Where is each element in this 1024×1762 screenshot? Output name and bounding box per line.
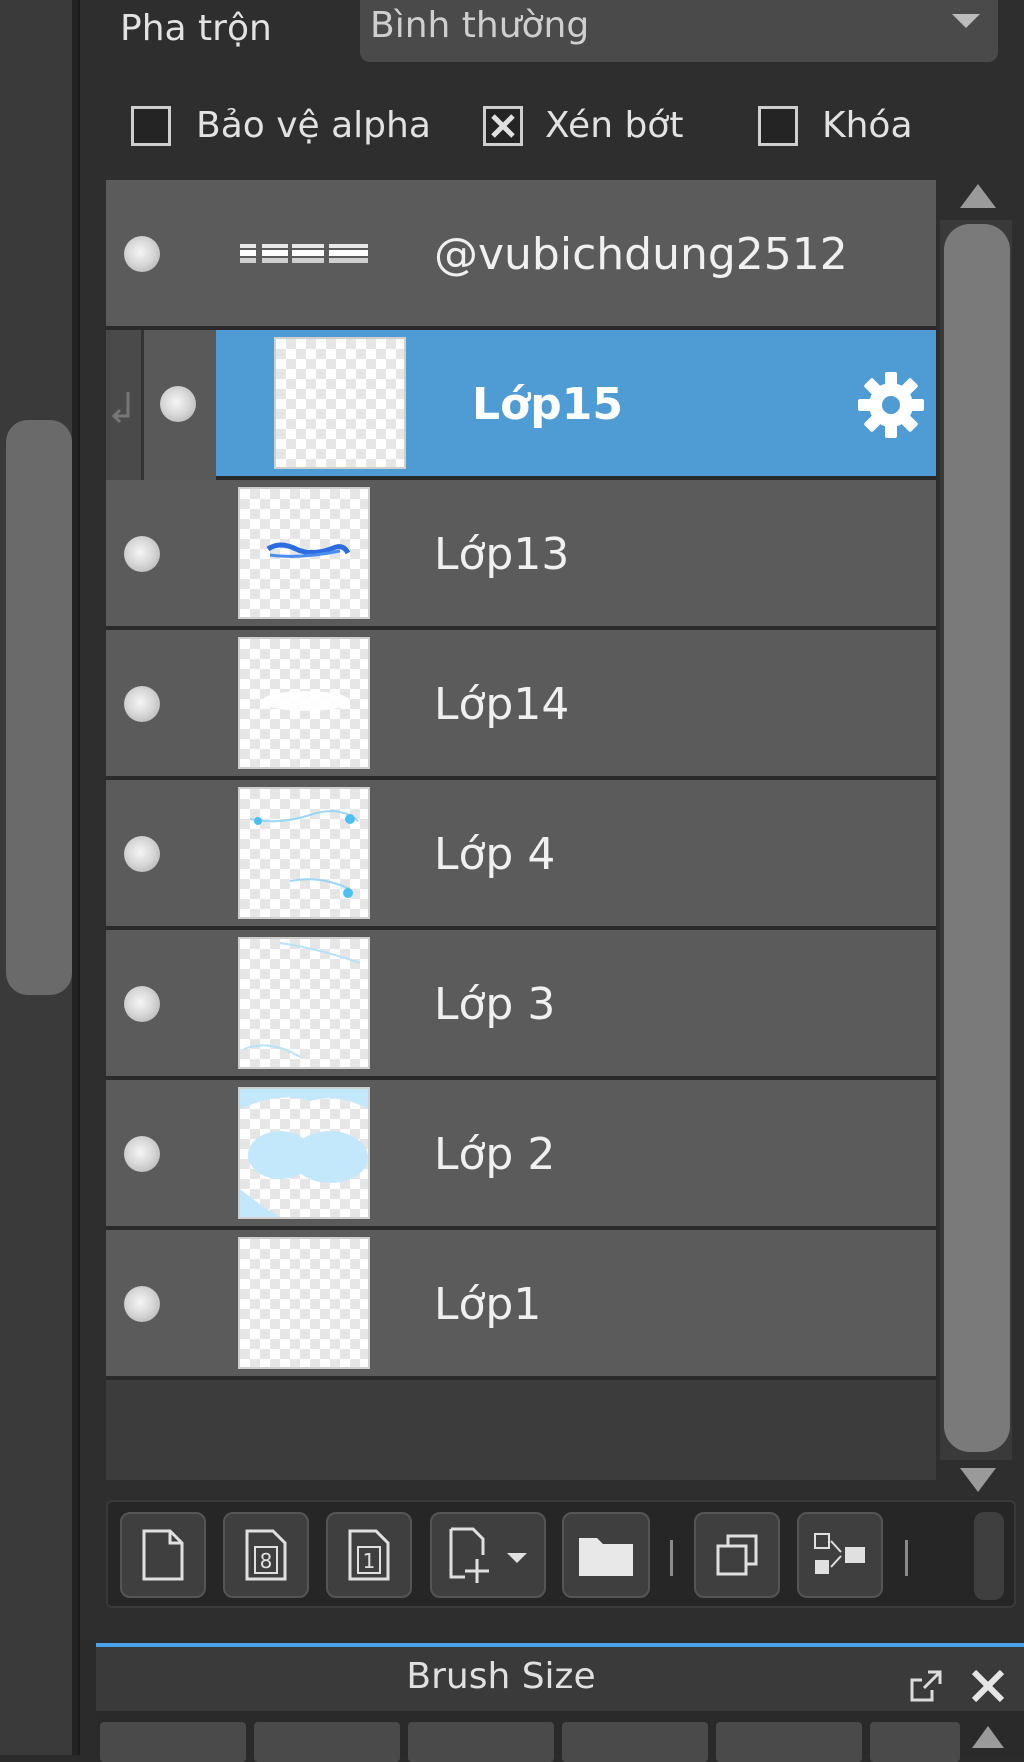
visibility-toggle[interactable] — [124, 986, 160, 1022]
layer-row-selected[interactable]: Lớp15 — [106, 330, 936, 480]
1bit-layer-icon: 1 — [348, 1529, 390, 1581]
check-x-icon — [491, 114, 515, 138]
layer-row[interactable]: Lớp 2 — [106, 1080, 936, 1230]
layer-list: @vubichdung2512 Lớp15 Lớp13 Lớp14 Lớp 4 … — [106, 180, 936, 1480]
folder-icon — [579, 1538, 633, 1576]
layer-thumbnail — [274, 337, 406, 469]
alpha-protect-label: Bảo vệ alpha — [196, 105, 431, 146]
popout-icon[interactable] — [906, 1666, 946, 1706]
brush-size-cell[interactable] — [408, 1722, 554, 1762]
brush-size-cell[interactable] — [716, 1722, 862, 1762]
brush-size-cell[interactable] — [562, 1722, 708, 1762]
visibility-toggle[interactable] — [160, 386, 196, 422]
visibility-toggle[interactable] — [124, 1136, 160, 1172]
layer-thumbnail — [238, 1087, 370, 1219]
scroll-up-icon[interactable] — [972, 1726, 1004, 1748]
layer-name: Lớp14 — [434, 679, 570, 730]
visibility-toggle[interactable] — [124, 686, 160, 722]
layer-row[interactable]: @vubichdung2512 — [106, 180, 936, 330]
svg-text:1: 1 — [363, 1549, 376, 1573]
left-scrollbar-thumb[interactable] — [6, 420, 72, 995]
layer-name: Lớp 4 — [434, 829, 556, 880]
alpha-protect-checkbox[interactable] — [131, 106, 171, 146]
layer-name: Lớp13 — [434, 529, 570, 580]
blend-mode-value: Bình thường — [370, 5, 590, 46]
scroll-down-icon[interactable] — [960, 1468, 996, 1492]
brush-size-cell[interactable] — [100, 1722, 246, 1762]
layer-name: Lớp 3 — [434, 979, 556, 1030]
add-layer-dropdown-icon — [449, 1527, 527, 1583]
layer-thumbnail — [238, 787, 370, 919]
layer-row[interactable]: Lớp13 — [106, 480, 936, 630]
close-icon[interactable] — [968, 1666, 1008, 1706]
gear-icon[interactable] — [854, 368, 928, 442]
duplicate-icon — [716, 1534, 758, 1576]
lock-checkbox[interactable] — [758, 106, 798, 146]
toolbar-scroll-handle[interactable] — [974, 1512, 1004, 1600]
merge-layer-button[interactable] — [797, 1512, 883, 1598]
visibility-toggle[interactable] — [124, 836, 160, 872]
svg-text:8: 8 — [260, 1549, 273, 1573]
layer-row[interactable]: Lớp 4 — [106, 780, 936, 930]
clip-arrow-icon — [111, 392, 130, 424]
layer-thumbnail — [238, 487, 370, 619]
layer-row[interactable]: Lớp14 — [106, 630, 936, 780]
duplicate-layer-button[interactable] — [694, 1512, 780, 1598]
layer-name: @vubichdung2512 — [434, 229, 848, 280]
new-1bit-layer-button[interactable]: 1 — [326, 1512, 412, 1598]
layer-row[interactable]: Lớp 3 — [106, 930, 936, 1080]
merge-icon — [814, 1533, 865, 1574]
toolbar-separator — [905, 1540, 908, 1576]
new-8bit-layer-button[interactable]: 8 — [223, 1512, 309, 1598]
clipping-label: Xén bớt — [545, 105, 684, 146]
visibility-toggle[interactable] — [124, 1286, 160, 1322]
chevron-down-icon[interactable] — [952, 14, 980, 28]
new-layer-button[interactable] — [120, 1512, 206, 1598]
brush-size-cell[interactable] — [254, 1722, 400, 1762]
scroll-up-icon[interactable] — [960, 184, 996, 208]
layer-thumbnail — [236, 238, 372, 268]
visibility-toggle[interactable] — [124, 236, 160, 272]
layer-name: Lớp1 — [434, 1279, 542, 1330]
layer-name: Lớp 2 — [434, 1129, 556, 1180]
blend-mode-label: Pha trộn — [120, 8, 272, 49]
brush-size-cell[interactable] — [870, 1722, 960, 1762]
layer-thumbnail — [238, 937, 370, 1069]
clipping-checkbox[interactable] — [483, 106, 523, 146]
clipping-indicator — [106, 330, 144, 480]
layer-thumbnail — [238, 1237, 370, 1369]
brush-size-title: Brush Size — [406, 1656, 596, 1697]
scrollbar-thumb[interactable] — [944, 224, 1010, 1452]
new-folder-button[interactable] — [562, 1512, 650, 1598]
blend-mode-select[interactable]: Bình thường — [360, 0, 998, 62]
layer-thumbnail — [238, 637, 370, 769]
8bit-layer-icon: 8 — [245, 1529, 287, 1581]
layer-row[interactable]: Lớp1 — [106, 1230, 936, 1380]
layer-name: Lớp15 — [472, 379, 623, 430]
new-layer-icon — [142, 1529, 184, 1581]
toolbar-separator — [670, 1540, 673, 1576]
add-layer-dropdown-button[interactable] — [430, 1512, 546, 1598]
visibility-toggle[interactable] — [124, 536, 160, 572]
lock-label: Khóa — [822, 105, 913, 146]
